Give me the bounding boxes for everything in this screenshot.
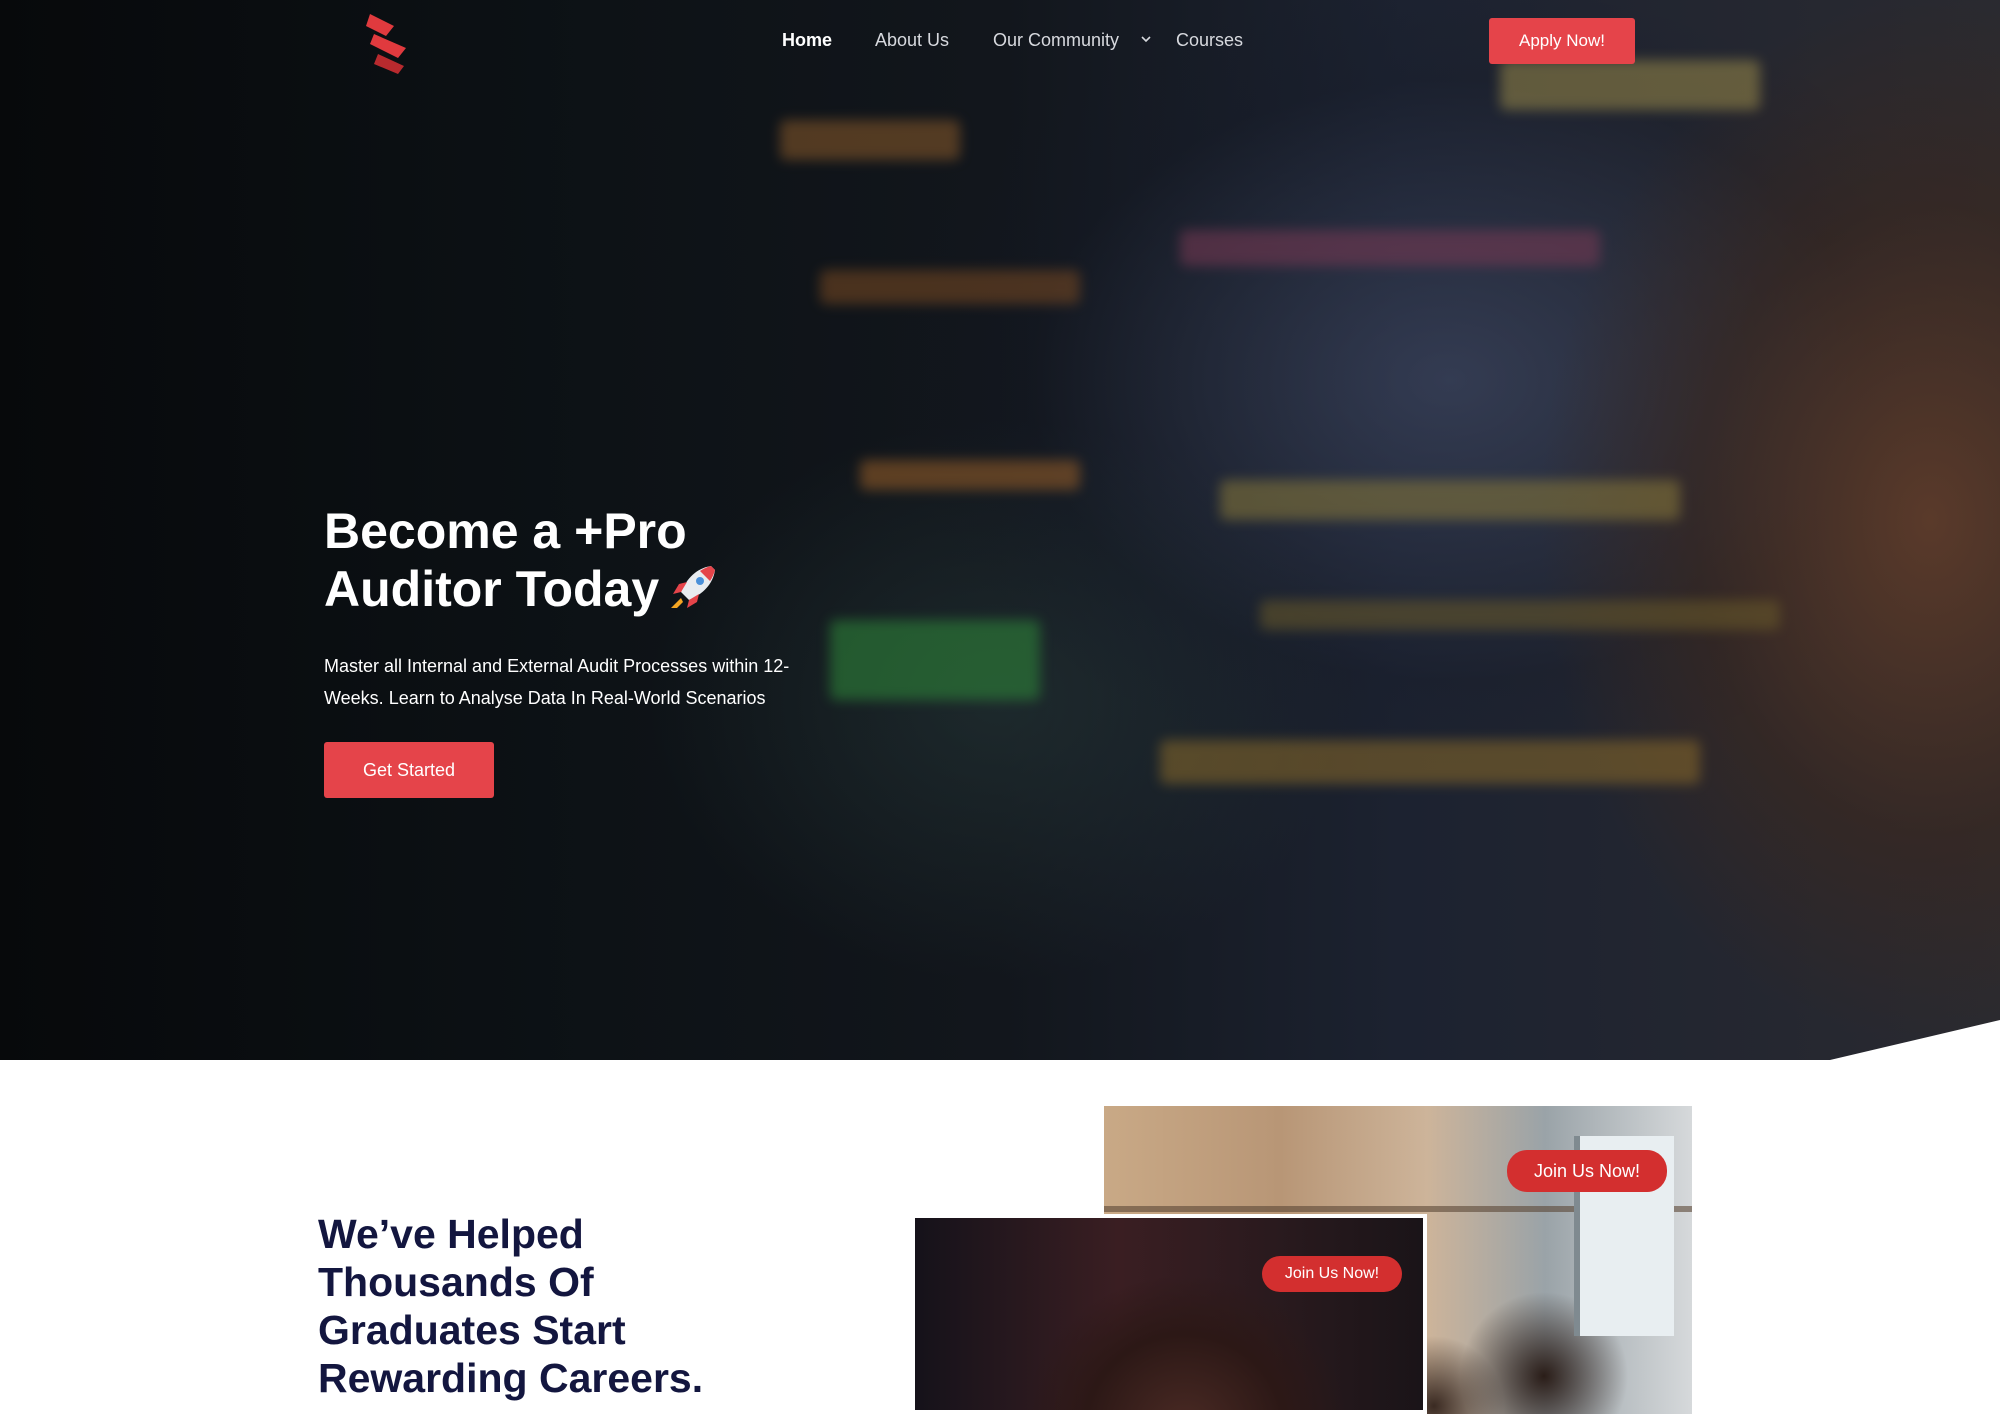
section-title: We’ve Helped Thousands Of Graduates Star…: [318, 1210, 798, 1402]
hero-title: Become a +Pro Auditor Today: [324, 502, 924, 618]
section-title-line: We’ve Helped: [318, 1211, 584, 1257]
hero-bg-blur: [1160, 740, 1700, 784]
brand-logo-icon[interactable]: [364, 12, 412, 74]
hero-subtitle: Master all Internal and External Audit P…: [324, 650, 864, 714]
join-us-badge[interactable]: Join Us Now!: [1262, 1256, 1402, 1292]
apply-now-button[interactable]: Apply Now!: [1489, 18, 1635, 64]
nav-about-us[interactable]: About Us: [875, 30, 949, 51]
hero-subtitle-line2: Weeks. Learn to Analyse Data In Real-Wor…: [324, 688, 766, 708]
hero-bg-blur: [780, 120, 960, 160]
hero-title-line1: Become a +Pro: [324, 503, 687, 559]
section-title-line: Graduates Start: [318, 1307, 626, 1353]
student-photo: [911, 1214, 1427, 1414]
hero-bg-blur: [1180, 230, 1600, 266]
hero-bg-blur: [1260, 600, 1780, 630]
hero-bg-blur: [1220, 480, 1680, 520]
nav-home[interactable]: Home: [782, 30, 832, 51]
section-title-line: Thousands Of: [318, 1259, 594, 1305]
rocket-icon: [671, 566, 716, 608]
hero-subtitle-line1: Master all Internal and External Audit P…: [324, 656, 790, 676]
hero-bottom-divider: [0, 1020, 2000, 1060]
join-us-badge[interactable]: Join Us Now!: [1507, 1150, 1667, 1192]
chevron-down-icon[interactable]: [1140, 34, 1152, 44]
get-started-button[interactable]: Get Started: [324, 742, 494, 798]
hero-bg-blur: [860, 460, 1080, 490]
section-title-line: Rewarding Careers.: [318, 1355, 704, 1401]
nav-our-community[interactable]: Our Community: [993, 30, 1119, 51]
hero-section: [0, 0, 2000, 1060]
hero-bg-blur: [1500, 60, 1760, 110]
hero-bg-blur: [820, 270, 1080, 304]
hero-title-line2: Auditor Today: [324, 561, 660, 617]
nav-courses[interactable]: Courses: [1176, 30, 1243, 51]
